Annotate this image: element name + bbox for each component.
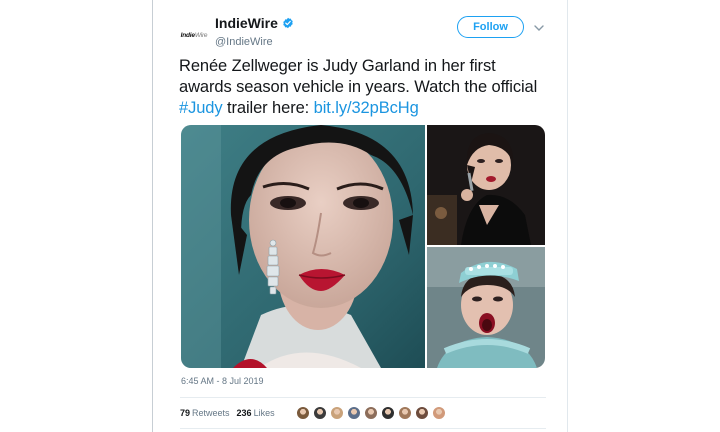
liker-avatar[interactable] [312, 406, 327, 420]
display-name-text: IndieWire [215, 15, 278, 31]
likes-count: 236 [236, 408, 252, 418]
likes-label: Likes [253, 408, 275, 418]
tweet-text-part: trailer here: [222, 99, 314, 117]
media-photo-top-right[interactable] [427, 125, 545, 245]
liker-avatar[interactable] [295, 406, 310, 420]
retweets-stat[interactable]: 79 Retweets [180, 408, 230, 418]
media-photo-bottom-right[interactable] [427, 247, 545, 368]
chevron-down-icon[interactable] [534, 24, 544, 32]
url-link[interactable]: bit.ly/32pBcHg [314, 99, 419, 117]
divider [180, 397, 546, 398]
divider [180, 428, 546, 429]
verified-badge-icon [283, 17, 293, 29]
tweet-text-part: Renée Zellweger is Judy Garland in her f… [179, 57, 538, 96]
display-name[interactable]: IndieWire [215, 15, 294, 31]
liker-avatar[interactable] [397, 406, 412, 420]
media-grid [181, 125, 545, 368]
retweets-count: 79 [180, 408, 191, 418]
retweets-label: Retweets [192, 408, 230, 418]
liker-avatar[interactable] [329, 406, 344, 420]
tweet-header: IndieWire IndieWire @IndieWire Follow [178, 14, 548, 48]
liker-avatars [295, 406, 449, 420]
engagement-stats: 79 Retweets 236 Likes [180, 400, 546, 426]
liker-avatar[interactable] [363, 406, 378, 420]
account-name-block[interactable]: IndieWire @IndieWire [215, 15, 294, 48]
follow-button[interactable]: Follow [457, 16, 524, 38]
tweet-text: Renée Zellweger is Judy Garland in her f… [179, 56, 547, 119]
likes-stat[interactable]: 236 Likes [237, 408, 275, 418]
liker-avatar[interactable] [431, 406, 446, 420]
tweet-timestamp[interactable]: 6:45 AM - 8 Jul 2019 [181, 376, 264, 386]
hashtag-link[interactable]: #Judy [179, 99, 223, 117]
media-photo-main[interactable] [181, 125, 425, 368]
liker-avatar[interactable] [414, 406, 429, 420]
avatar[interactable]: IndieWire [178, 19, 210, 51]
tweet-card: IndieWire IndieWire @IndieWire Follow Re… [152, 0, 568, 432]
handle[interactable]: @IndieWire [215, 36, 294, 48]
liker-avatar[interactable] [380, 406, 395, 420]
liker-avatar[interactable] [346, 406, 361, 420]
indiewire-logo: IndieWire [180, 31, 208, 39]
